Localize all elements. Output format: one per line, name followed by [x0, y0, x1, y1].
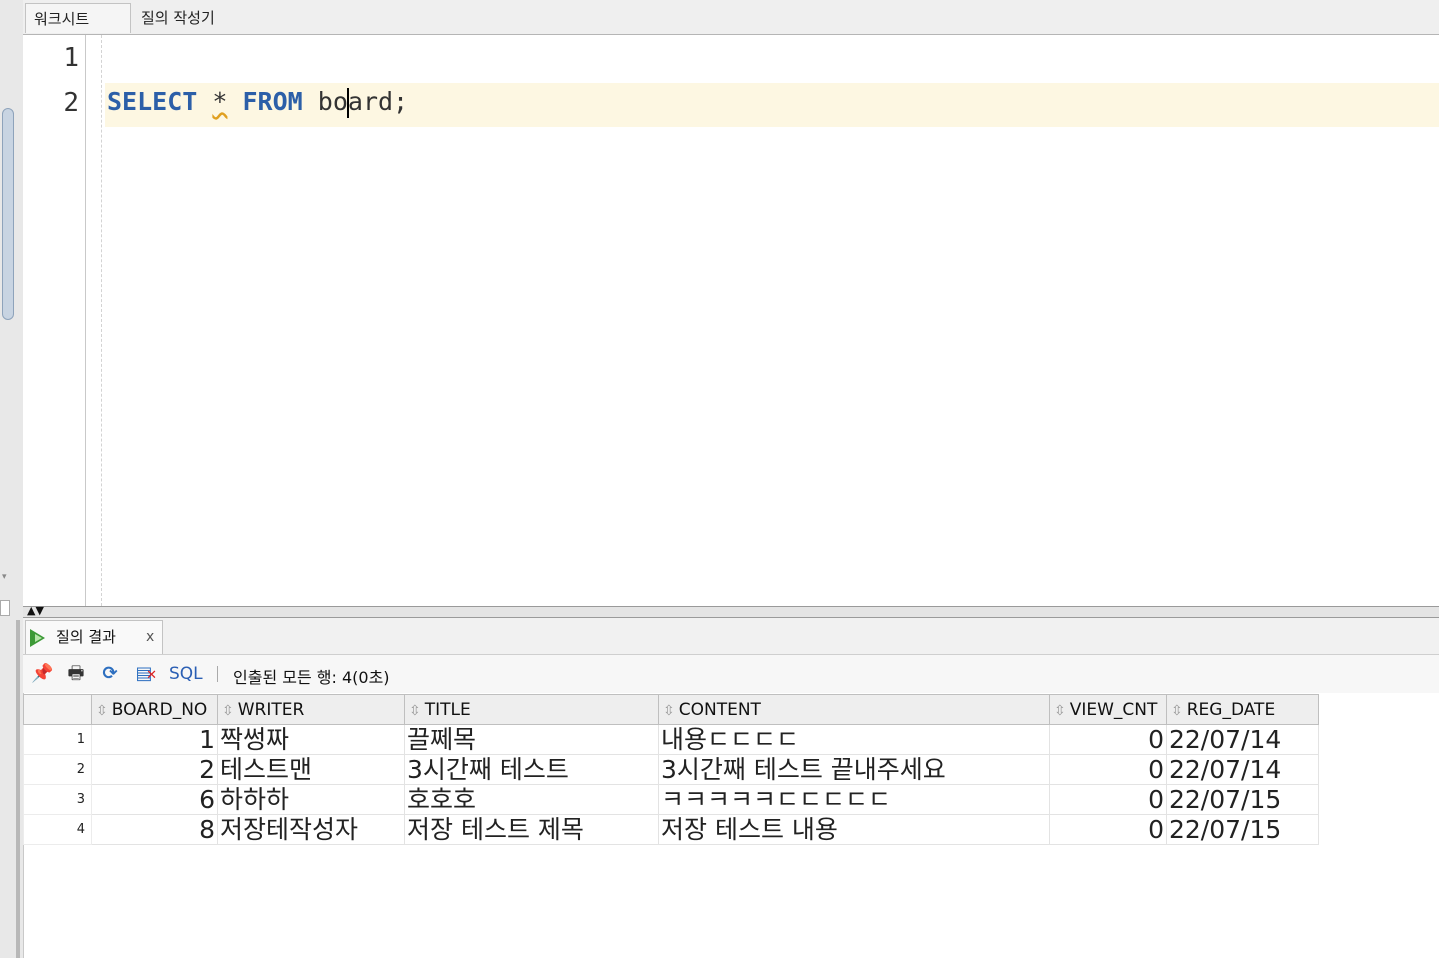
run-icon-highlight: [35, 634, 42, 642]
row-number: 4: [23, 814, 92, 845]
sort-icon[interactable]: ⇳: [222, 703, 234, 719]
cell-reg-date[interactable]: 22/07/14: [1166, 724, 1319, 755]
column-header-label: WRITER: [237, 699, 305, 720]
cell-title[interactable]: 호호호: [404, 784, 659, 815]
cell-view-cnt[interactable]: 0: [1049, 784, 1167, 815]
cell-reg-date[interactable]: 22/07/15: [1166, 784, 1319, 815]
table-row[interactable]: 3 6 하하하 호호호 ㅋㅋㅋㅋㅋㄷㄷㄷㄷㄷ 0 22/07/15: [23, 784, 1319, 815]
refresh-icon[interactable]: ⟳: [99, 663, 121, 685]
cell-view-cnt[interactable]: 0: [1049, 814, 1167, 845]
row-number: 1: [23, 724, 92, 755]
cell-title[interactable]: 끌쩨목: [404, 724, 659, 755]
keyword-select: SELECT: [107, 87, 198, 116]
cell-board-no[interactable]: 6: [91, 784, 218, 815]
cell-writer[interactable]: 하하하: [217, 784, 405, 815]
sql-editor[interactable]: 1 2 SELECT * FROM board;: [23, 35, 1439, 606]
line-number: 2: [63, 88, 79, 118]
column-header-view-cnt[interactable]: ⇳ VIEW_CNT: [1049, 694, 1167, 725]
column-header-label: REG_DATE: [1186, 699, 1276, 720]
sort-icon[interactable]: ⇳: [96, 703, 108, 719]
collapse-expand-icon[interactable]: ▲▼: [27, 604, 44, 617]
sort-icon[interactable]: ⇳: [1054, 703, 1066, 719]
cell-writer[interactable]: 저장테작성자: [217, 814, 405, 845]
sort-icon[interactable]: ⇳: [663, 703, 675, 719]
column-header-board-no[interactable]: ⇳ BOARD_NO: [91, 694, 218, 725]
vertical-scrollbar-thumb[interactable]: [2, 108, 14, 320]
column-header-label: BOARD_NO: [111, 699, 208, 720]
left-panel-strip: ▾: [0, 0, 24, 958]
table-name-part: bo: [317, 87, 348, 116]
select-star: *: [212, 87, 228, 116]
table-row[interactable]: 2 2 테스트맨 3시간째 테스트 3시간째 테스트 끝내주세요 0 22/07…: [23, 754, 1319, 785]
table-row[interactable]: 1 1 짝썽짜 끌쩨목 내용ㄷㄷㄷㄷ 0 22/07/14: [23, 724, 1319, 755]
column-header-content[interactable]: ⇳ CONTENT: [658, 694, 1050, 725]
clear-results-icon[interactable]: ▤ ✕: [133, 663, 157, 685]
cell-content[interactable]: ㅋㅋㅋㅋㅋㄷㄷㄷㄷㄷ: [658, 784, 1050, 815]
column-header-label: TITLE: [424, 699, 471, 720]
results-tab-bar: 질의 결과 x: [23, 618, 1439, 655]
cell-writer[interactable]: 짝썽짜: [217, 724, 405, 755]
sort-icon[interactable]: ⇳: [1171, 703, 1183, 719]
tab-query-result-label: 질의 결과: [56, 628, 116, 646]
table-name-part: ard;: [347, 87, 409, 116]
results-toolbar: 📌 🖶 ⟳ ▤ ✕ SQL 인출된 모든 행: 4(0초): [23, 655, 1439, 693]
table-row[interactable]: 4 8 저장테작성자 저장 테스트 제목 저장 테스트 내용 0 22/07/1…: [23, 814, 1319, 845]
pin-icon[interactable]: 📌: [31, 663, 53, 685]
column-header-reg-date[interactable]: ⇳ REG_DATE: [1166, 694, 1319, 725]
grid-header-row: ⇳ BOARD_NO ⇳ WRITER ⇳ TITLE ⇳ CONTENT ⇳ VIEW_…: [23, 694, 1319, 725]
margin-guide: [101, 35, 102, 606]
column-header-writer[interactable]: ⇳ WRITER: [217, 694, 405, 725]
cell-writer[interactable]: 테스트맨: [217, 754, 405, 785]
tab-worksheet[interactable]: 워크시트: [25, 3, 131, 33]
toolbar-separator: [217, 666, 218, 682]
keyword-from: FROM: [242, 87, 303, 116]
editor-results-splitter[interactable]: ▲▼: [23, 604, 1439, 618]
panel-divider: [16, 620, 20, 958]
tab-query-result[interactable]: 질의 결과 x: [25, 620, 163, 654]
cell-content[interactable]: 내용ㄷㄷㄷㄷ: [658, 724, 1050, 755]
sql-code-line[interactable]: SELECT * FROM board;: [107, 87, 408, 118]
cell-view-cnt[interactable]: 0: [1049, 754, 1167, 785]
editor-tab-bar: 워크시트 질의 작성기: [23, 0, 1439, 35]
cell-content[interactable]: 3시간째 테스트 끝내주세요: [658, 754, 1050, 785]
line-number: 1: [63, 43, 79, 73]
cell-board-no[interactable]: 8: [91, 814, 218, 845]
cell-board-no[interactable]: 2: [91, 754, 218, 785]
close-icon[interactable]: x: [146, 621, 154, 653]
cell-title[interactable]: 3시간째 테스트: [404, 754, 659, 785]
cell-reg-date[interactable]: 22/07/14: [1166, 754, 1319, 785]
column-header-label: CONTENT: [678, 699, 761, 720]
cell-board-no[interactable]: 1: [91, 724, 218, 755]
row-number-header: [23, 694, 92, 725]
scroll-down-icon[interactable]: ▾: [2, 572, 7, 582]
cell-view-cnt[interactable]: 0: [1049, 724, 1167, 755]
row-number: 3: [23, 784, 92, 815]
panel-grip[interactable]: [0, 600, 10, 616]
cell-content[interactable]: 저장 테스트 내용: [658, 814, 1050, 845]
column-header-title[interactable]: ⇳ TITLE: [404, 694, 659, 725]
print-icon[interactable]: 🖶: [65, 663, 87, 685]
line-number-gutter: 1 2: [23, 35, 86, 606]
cell-reg-date[interactable]: 22/07/15: [1166, 814, 1319, 845]
sql-link[interactable]: SQL: [169, 664, 203, 684]
fetch-status: 인출된 모든 행: 4(0초): [233, 668, 390, 687]
tab-query-builder[interactable]: 질의 작성기: [133, 3, 223, 33]
column-header-label: VIEW_CNT: [1069, 699, 1158, 720]
sort-icon[interactable]: ⇳: [409, 703, 421, 719]
cell-title[interactable]: 저장 테스트 제목: [404, 814, 659, 845]
row-number: 2: [23, 754, 92, 785]
results-grid[interactable]: ⇳ BOARD_NO ⇳ WRITER ⇳ TITLE ⇳ CONTENT ⇳ VIEW_…: [23, 694, 1319, 845]
